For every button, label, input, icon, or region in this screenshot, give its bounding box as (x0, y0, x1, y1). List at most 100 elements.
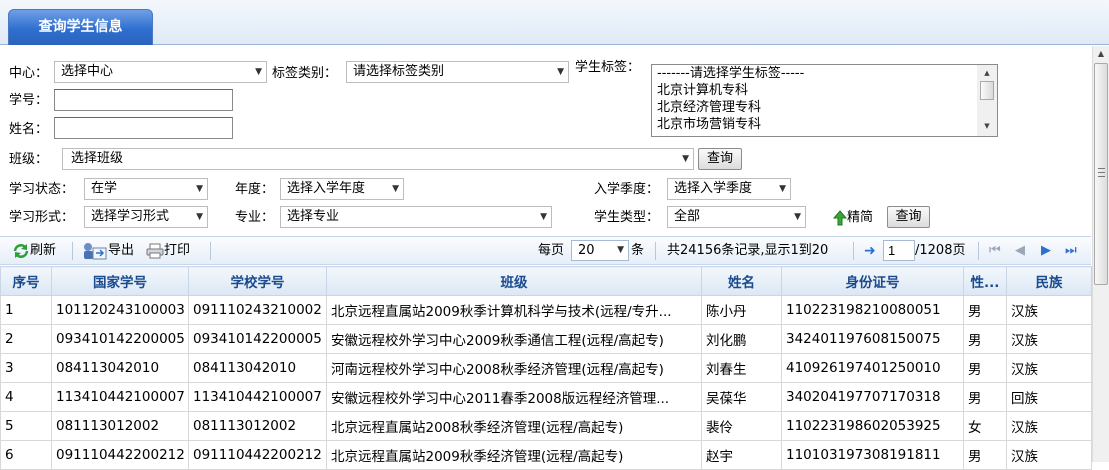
next-page-icon[interactable]: ▶ (1041, 243, 1051, 259)
study-form-select[interactable]: 选择学习形式 ▼ (84, 206, 208, 228)
per-page-label: 每页 (538, 243, 565, 258)
student-tag-listbox[interactable]: -------请选择学生标签----- 北京计算机专科 北京经济管理专科 北京市… (651, 64, 998, 137)
season-select[interactable]: 选择入学季度 ▼ (667, 178, 791, 200)
season-select-value: 选择入学季度 (674, 181, 753, 196)
column-header-id-no[interactable]: 身份证号 (781, 266, 964, 296)
column-header-name[interactable]: 姓名 (701, 266, 782, 296)
toolbar-divider (655, 242, 656, 260)
cell-name: 刘春生 (701, 353, 782, 383)
cell-class: 北京远程直属站2009秋季计算机科学与技术(远程/专升... (326, 295, 702, 325)
major-select[interactable]: 选择专业 ▼ (280, 206, 552, 228)
page-scrollbar[interactable]: ▲ (1092, 46, 1109, 462)
cell-id-no: 110223198210080051 (781, 295, 964, 325)
column-header-ethnic[interactable]: 民族 (1006, 266, 1092, 296)
student-tag-option[interactable]: 北京市场营销专科 (652, 116, 997, 133)
last-page-icon[interactable]: ⏭ (1065, 243, 1077, 259)
cell-name: 吴葆华 (701, 382, 782, 412)
scroll-up-icon[interactable]: ▲ (1093, 46, 1109, 62)
center-select[interactable]: 选择中心 ▼ (54, 61, 267, 83)
cell-id-no: 110223198602053925 (781, 411, 964, 441)
column-header-national-no[interactable]: 国家学号 (51, 266, 189, 296)
major-label: 专业： (235, 210, 275, 225)
table-row[interactable]: 1 101120243100003 091110243210002 北京远程直属站20… (0, 295, 1092, 325)
cell-class: 北京远程直属站2008秋季经济管理(远程/高起专) (326, 411, 702, 441)
simplify-toggle[interactable]: 精简 (833, 208, 873, 228)
first-page-icon[interactable]: ⏮ (989, 243, 1001, 259)
table-row[interactable]: 3 084113042010 084113042010 河南远程校外学习中心2008秋… (0, 353, 1092, 383)
tag-type-select[interactable]: 请选择标签类别 ▼ (346, 61, 569, 83)
refresh-icon (13, 243, 29, 258)
year-select[interactable]: 选择入学年度 ▼ (280, 178, 404, 200)
per-page-select[interactable]: 20 ▼ (571, 240, 629, 261)
chevron-down-icon: ▼ (794, 212, 801, 222)
cell-school-no: 084113042010 (188, 353, 327, 383)
cell-gender: 男 (963, 440, 1007, 470)
class-select[interactable]: 选择班级 ▼ (62, 148, 694, 170)
simplify-label: 精简 (847, 210, 874, 225)
class-select-value: 选择班级 (71, 151, 124, 166)
cell-seq: 1 (0, 295, 52, 325)
page-number-input[interactable] (883, 240, 915, 261)
cell-school-no: 091110442200212 (188, 440, 327, 470)
cell-gender: 男 (963, 295, 1007, 325)
student-type-select[interactable]: 全部 ▼ (667, 206, 806, 228)
class-label: 班级： (9, 152, 49, 167)
column-header-class[interactable]: 班级 (326, 266, 702, 296)
scroll-up-icon[interactable]: ▲ (977, 66, 997, 80)
listbox-scrollbar[interactable]: ▲ ▼ (977, 65, 997, 136)
scroll-down-icon[interactable]: ▼ (977, 119, 997, 133)
export-button[interactable]: 导出 (82, 241, 134, 261)
cell-national-no: 113410442100007 (51, 382, 189, 412)
cell-gender: 男 (963, 353, 1007, 383)
export-icon (84, 242, 107, 259)
prev-page-icon[interactable]: ◀ (1015, 243, 1025, 259)
study-form-label: 学习形式： (9, 210, 75, 225)
page-scroll-thumb[interactable] (1094, 63, 1108, 285)
cell-gender: 男 (963, 382, 1007, 412)
table-row[interactable]: 5 081113012002 081113012002 北京远程直属站2008秋季经济… (0, 411, 1092, 441)
study-status-label: 学习状态： (9, 182, 75, 197)
print-label: 打印 (164, 243, 191, 258)
toolbar-divider (978, 242, 979, 260)
refresh-button[interactable]: 刷新 (12, 241, 56, 261)
season-label: 入学季度： (594, 182, 660, 197)
chevron-down-icon: ▼ (540, 212, 547, 222)
cell-class: 北京远程直属站2009秋季经济管理(远程/高起专) (326, 440, 702, 470)
name-input[interactable] (54, 117, 233, 139)
chevron-down-icon: ▼ (682, 154, 689, 164)
tab-student-query[interactable]: 查询学生信息 (8, 9, 153, 45)
query-button-1[interactable]: 查询 (698, 148, 742, 170)
print-button[interactable]: 打印 (146, 241, 190, 261)
query-button-2[interactable]: 查询 (887, 206, 930, 228)
cell-school-no: 081113012002 (188, 411, 327, 441)
cell-name: 刘化鹏 (701, 324, 782, 354)
student-tag-option[interactable]: 北京经济管理专科 (652, 99, 997, 116)
cell-class: 安徽远程校外学习中心2009秋季通信工程(远程/高起专) (326, 324, 702, 354)
page-total: /1208页 (915, 243, 966, 258)
student-type-select-value: 全部 (674, 209, 701, 224)
cell-school-no: 113410442100007 (188, 382, 327, 412)
per-page-value: 20 (578, 243, 595, 258)
table-row[interactable]: 4 113410442100007 113410442100007 安徽远程校外学习中… (0, 382, 1092, 412)
chevron-down-icon: ▼ (392, 184, 399, 194)
chevron-down-icon: ▼ (196, 184, 203, 194)
student-no-input[interactable] (54, 89, 233, 111)
student-tag-label: 学生标签： (575, 60, 641, 75)
student-tag-option[interactable]: 北京计算机专科 (652, 82, 997, 99)
column-header-school-no[interactable]: 学校学号 (188, 266, 327, 296)
tag-type-label: 标签类别： (272, 66, 338, 81)
student-tag-option[interactable]: -------请选择学生标签----- (652, 65, 997, 82)
table-row[interactable]: 6 091110442200212 091110442200212 北京远程直属站20… (0, 440, 1092, 470)
study-status-select[interactable]: 在学 ▼ (84, 178, 208, 200)
column-header-seq[interactable]: 序号 (0, 266, 52, 296)
table-row[interactable]: 2 093410142200005 093410142200005 安徽远程校外学习中… (0, 324, 1092, 354)
study-status-select-value: 在学 (91, 181, 118, 196)
center-label: 中心： (9, 66, 49, 81)
listbox-scroll-thumb[interactable] (980, 81, 994, 100)
cell-gender: 男 (963, 324, 1007, 354)
tag-type-select-value: 请选择标签类别 (353, 64, 445, 79)
column-header-gender[interactable]: 性... (963, 266, 1007, 296)
go-to-page-arrow-icon[interactable]: ➜ (864, 243, 876, 259)
toolbar-divider (853, 242, 854, 260)
toolbar-divider (72, 242, 73, 260)
